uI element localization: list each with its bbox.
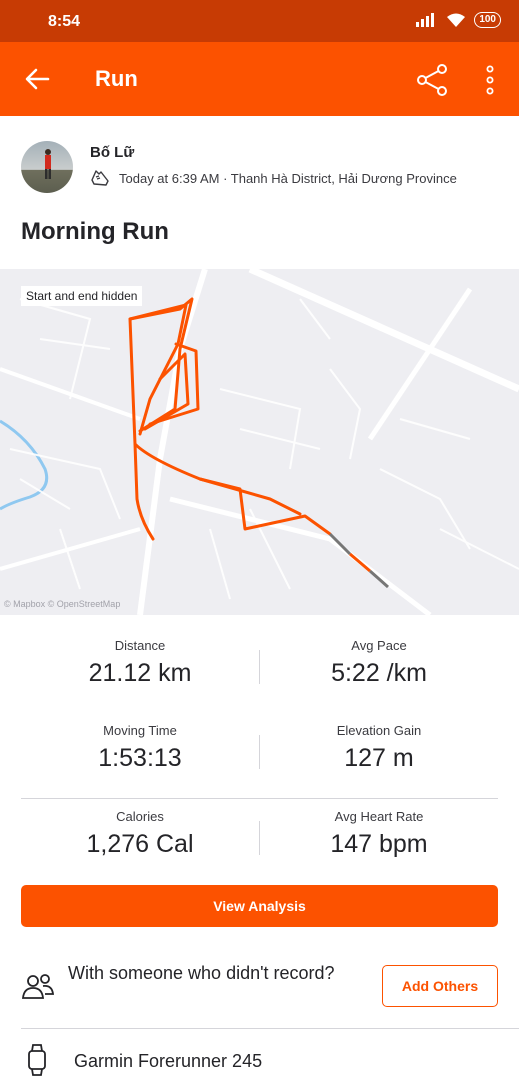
stat-value: 1,276 Cal [86,830,194,858]
record-together-text: With someone who didn't record? [68,963,335,983]
stat-value: 5:22 /km [331,659,427,687]
activity-meta: Today at 6:39 AM · Thanh Hà District, Hả… [119,171,457,186]
group-icon [22,974,55,999]
athlete-header: Bố Lữ Today at 6:39 AM · Thanh Hà Distri… [21,141,501,193]
stats-row-2: Moving Time 1:53:13 Elevation Gain 127 m [21,713,498,799]
shoe-icon [91,170,109,186]
watch-icon [28,1044,46,1076]
back-arrow-icon[interactable] [22,64,52,94]
status-bar: 8:54 100 [0,0,519,42]
status-icons: 100 [416,12,501,28]
stat-value: 1:53:13 [98,744,182,772]
stat-label: Moving Time [103,723,177,738]
stat-label: Distance [114,638,166,653]
map-canvas [0,269,519,615]
stat-distance: Distance 21.12 km [21,638,259,688]
view-analysis-button[interactable]: View Analysis [21,885,498,927]
device-row: Garmin Forerunner 245 [21,1041,498,1080]
device-name: Garmin Forerunner 245 [74,1051,263,1071]
status-time: 8:54 [48,13,81,30]
stat-elevation-gain: Elevation Gain 127 m [260,723,498,773]
stats-grid: Distance 21.12 km Avg Pace 5:22 /km Movi… [21,628,498,884]
stat-label: Elevation Gain [336,723,422,738]
more-options-icon[interactable] [478,62,502,98]
stat-moving-time: Moving Time 1:53:13 [21,723,259,773]
athlete-name[interactable]: Bố Lữ [90,144,134,161]
route-map[interactable]: Start and end hidden © Mapbox © OpenStre… [0,269,519,615]
page-title: Run [95,66,138,91]
avatar[interactable] [21,141,73,193]
divider [21,1028,519,1029]
stat-calories: Calories 1,276 Cal [21,809,259,859]
stat-avg-heart-rate: Avg Heart Rate 147 bpm [260,809,498,859]
battery-indicator: 100 [474,12,501,28]
stat-value: 21.12 km [88,659,192,687]
signal-icon [416,13,435,27]
map-privacy-note: Start and end hidden [21,286,143,306]
stats-row-3: Calories 1,276 Cal Avg Heart Rate 147 bp… [21,799,498,884]
stat-value: 147 bpm [330,830,428,858]
stat-label: Avg Pace [351,638,407,653]
stat-avg-pace: Avg Pace 5:22 /km [260,638,498,688]
add-others-button[interactable]: Add Others [382,965,498,1007]
activity-title: Morning Run [21,218,169,245]
stats-row-1: Distance 21.12 km Avg Pace 5:22 /km [21,628,498,713]
stat-value: 127 m [344,744,414,772]
share-icon[interactable] [414,62,450,98]
stat-label: Avg Heart Rate [334,809,424,824]
wifi-icon [447,13,466,27]
app-bar: Run [0,42,519,116]
map-attribution[interactable]: © Mapbox © OpenStreetMap [4,599,120,609]
record-together-row: With someone who didn't record? Add Othe… [21,955,498,1015]
stat-label: Calories [116,809,164,824]
